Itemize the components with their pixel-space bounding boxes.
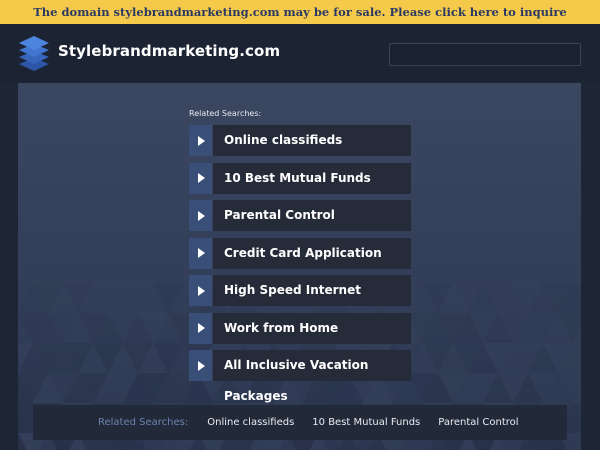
related-search-item[interactable]: Work from Home <box>189 312 411 344</box>
play-arrow-icon <box>189 275 212 306</box>
footer-link[interactable]: Online classifieds <box>207 417 294 428</box>
footer-link[interactable]: Parental Control <box>438 417 518 428</box>
related-search-label: All Inclusive Vacation Packages <box>213 350 411 403</box>
related-search-item[interactable]: All Inclusive Vacation Packages <box>189 350 411 403</box>
play-arrow-icon <box>189 350 212 381</box>
site-name[interactable]: Stylebrandmarketing.com <box>58 42 280 60</box>
domain-sale-banner[interactable]: The domain stylebrandmarketing.com may b… <box>0 0 600 24</box>
related-search-item[interactable]: Online classifieds <box>189 125 411 156</box>
related-search-label: Parental Control <box>213 200 411 231</box>
search-input[interactable] <box>389 43 581 66</box>
related-search-item[interactable]: Parental Control <box>189 200 411 231</box>
footer-related-label: Related Searches: <box>98 417 189 428</box>
related-search-item[interactable]: 10 Best Mutual Funds <box>189 162 411 194</box>
footer-link[interactable]: 10 Best Mutual Funds <box>312 417 420 428</box>
related-searches-title: Related Searches: <box>189 109 262 118</box>
play-arrow-icon <box>189 162 212 194</box>
related-search-item[interactable]: High Speed Internet <box>189 275 411 306</box>
stacked-layers-icon <box>19 36 49 71</box>
related-searches-list: Online classifieds 10 Best Mutual Funds … <box>189 125 411 403</box>
related-search-label: Work from Home <box>213 312 411 344</box>
related-search-label: Credit Card Application <box>213 237 411 269</box>
related-search-label: 10 Best Mutual Funds <box>213 162 411 194</box>
footer-related-bar: Related Searches: Online classifieds 10 … <box>33 405 567 440</box>
related-search-label: High Speed Internet <box>213 275 411 306</box>
related-search-label: Online classifieds <box>213 125 411 156</box>
play-arrow-icon <box>189 200 212 231</box>
play-arrow-icon <box>189 237 212 269</box>
play-arrow-icon <box>189 312 212 344</box>
related-search-item[interactable]: Credit Card Application <box>189 237 411 269</box>
play-arrow-icon <box>189 125 212 156</box>
